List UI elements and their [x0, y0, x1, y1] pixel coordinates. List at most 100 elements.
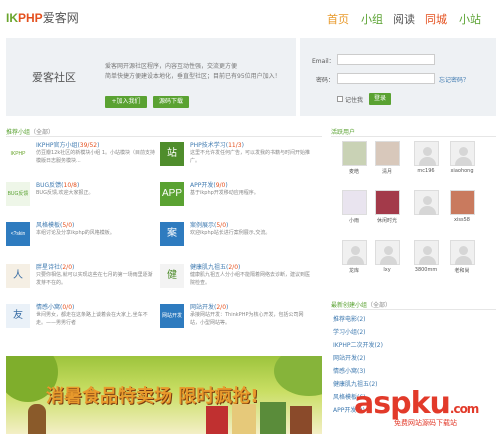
group-name[interactable]: 胖星诗社(2/0): [36, 262, 74, 271]
group-icon[interactable]: IKPHP: [6, 142, 30, 166]
user-avatar[interactable]: [375, 190, 400, 215]
user-avatar[interactable]: [414, 240, 439, 265]
user-name[interactable]: 休闲时光: [372, 217, 402, 224]
group-count: 2/0: [62, 264, 73, 271]
divider: [331, 309, 496, 310]
group-name-text[interactable]: 胖星诗社: [36, 264, 60, 271]
user-name[interactable]: mc196: [411, 168, 441, 174]
group-item[interactable]: 友情感小窝(0/0) 世间男女，都走在这条路上谈着会在大家上,坐车不走。——男男行…: [6, 302, 160, 340]
ad-product: [260, 402, 286, 434]
avatar-placeholder-icon: [455, 157, 472, 166]
user-avatar[interactable]: [342, 141, 367, 166]
ad-product: [290, 406, 312, 434]
email-input[interactable]: [337, 54, 435, 65]
login-button[interactable]: 登录: [369, 93, 391, 105]
nav-city[interactable]: 同城: [425, 11, 447, 27]
watermark-suffix: .com: [449, 402, 479, 416]
group-name-text[interactable]: 情感小窝: [36, 304, 60, 311]
ad-product: [28, 404, 46, 434]
group-name-text[interactable]: APP开发: [190, 182, 213, 189]
group-name[interactable]: APP开发(9/0): [190, 180, 228, 189]
nav-groups[interactable]: 小组: [361, 11, 383, 27]
avatar-placeholder-icon: [459, 147, 468, 156]
new-group-item[interactable]: 推荐电影(2): [333, 314, 366, 323]
group-icon[interactable]: 站: [160, 142, 184, 166]
group-icon[interactable]: 健: [160, 264, 184, 288]
group-item[interactable]: 健健康肌九祖五(2/0) 健康肌九祖五人分小组不能隔着网络去诊断，建议到医院检查。: [160, 262, 314, 300]
group-name-text[interactable]: 健康肌九祖五: [190, 264, 226, 271]
group-name-text[interactable]: 网站开发: [190, 304, 214, 311]
user-name[interactable]: 龙库: [339, 267, 369, 274]
group-name[interactable]: 网站开发(2/0): [190, 302, 228, 311]
group-name-text[interactable]: 案例展示: [190, 222, 214, 229]
group-icon[interactable]: 友: [6, 304, 30, 328]
nav-site[interactable]: 小站: [459, 11, 481, 27]
group-item[interactable]: 站 PHP技术学习(11/3) 这里不允许发任何广告，可以发我的书籍与时间开始推广。: [160, 140, 314, 178]
group-name-text[interactable]: 风格模板: [36, 222, 60, 229]
user-name[interactable]: 3800mm: [411, 267, 441, 273]
new-group-item[interactable]: IKPHP二次开发(2): [333, 340, 383, 349]
group-icon[interactable]: 网站开发: [160, 304, 184, 328]
user-name[interactable]: xiss58: [447, 217, 477, 223]
user-name[interactable]: lxy: [372, 267, 402, 273]
new-group-item[interactable]: 网站开发(2): [333, 353, 366, 362]
group-item[interactable]: <?skin 风格模板(5/0) 本组讨论及分享ikphp的风格模板。: [6, 220, 160, 258]
user-name[interactable]: xiaohong: [447, 168, 477, 174]
user-name[interactable]: 老和尚: [447, 267, 477, 274]
group-icon[interactable]: APP: [160, 182, 184, 206]
user-avatar[interactable]: [414, 141, 439, 166]
password-input[interactable]: [337, 73, 435, 84]
nav-home[interactable]: 首页: [327, 11, 349, 27]
group-desc: BUG反馈,欢迎大家报正。: [36, 190, 94, 196]
user-avatar[interactable]: [450, 240, 475, 265]
user-avatar[interactable]: [414, 190, 439, 215]
group-item[interactable]: 案案例展示(5/0) 欢迎ikphp站长进行案例展示,交流。: [160, 220, 314, 258]
new-group-item[interactable]: 情感小窝(3): [333, 366, 366, 375]
group-name[interactable]: 健康肌九祖五(2/0): [190, 262, 240, 271]
group-desc: 健康肌九祖五人分小组不能隔着网络去诊断，建议到医院检查。: [190, 272, 310, 286]
group-item[interactable]: BUG反馈 BUG反馈(10/8) BUG反馈,欢迎大家报正。: [6, 180, 160, 218]
groups-title: 推荐小组: [6, 129, 31, 136]
user-avatar[interactable]: [342, 240, 367, 265]
group-icon[interactable]: BUG反馈: [6, 182, 30, 206]
group-name[interactable]: 情感小窝(0/0): [36, 302, 74, 311]
paren: ): [226, 304, 229, 311]
divider: [6, 136, 322, 137]
join-button[interactable]: +加入我们: [105, 96, 147, 108]
group-name[interactable]: PHP技术学习(11/3): [190, 140, 244, 149]
group-name[interactable]: 案例展示(5/0): [190, 220, 228, 229]
group-item[interactable]: APP APP开发(9/0) 基于ikphp开发移动应用程序。: [160, 180, 314, 218]
groups-all-link[interactable]: （全部）: [30, 129, 54, 136]
group-name-text[interactable]: BUG反馈: [36, 182, 61, 189]
group-name[interactable]: IKPHP官方小组(39/52): [36, 140, 99, 149]
group-item[interactable]: 人胖星诗社(2/0) 只要你相信,就可以实现这些在七月的第一场雨里逐渐发芽不在的。: [6, 262, 160, 300]
group-name-text[interactable]: IKPHP官方小组: [36, 142, 77, 149]
new-groups-all-link[interactable]: （全部）: [367, 302, 391, 309]
group-icon[interactable]: <?skin: [6, 222, 30, 246]
forgot-password-link[interactable]: 忘记密码？: [439, 75, 469, 84]
user-avatar[interactable]: [375, 240, 400, 265]
group-icon[interactable]: 人: [6, 264, 30, 288]
user-avatar[interactable]: [450, 141, 475, 166]
user-avatar[interactable]: [450, 190, 475, 215]
ad-product: [206, 406, 228, 434]
group-count: 11/3: [228, 142, 242, 149]
group-name-text[interactable]: PHP技术学习: [190, 142, 226, 149]
user-name[interactable]: 清月: [372, 168, 402, 175]
group-icon[interactable]: 案: [160, 222, 184, 246]
group-name[interactable]: 风格模板(5/0): [36, 220, 74, 229]
group-item[interactable]: 网站开发 网站开发(2/0) 承接网站开发：ThinkPHP为核心开发，包括公司网站…: [160, 302, 314, 340]
nav-reading[interactable]: 阅读: [393, 11, 415, 27]
user-name[interactable]: 小雨: [339, 217, 369, 224]
ad-banner[interactable]: 消暑食品特卖场 限时疯抢!: [6, 356, 322, 434]
group-name[interactable]: BUG反馈(10/8): [36, 180, 79, 189]
download-button[interactable]: 源码下载: [153, 96, 189, 108]
user-avatar[interactable]: [375, 141, 400, 166]
user-name[interactable]: 麦皓: [339, 168, 369, 175]
group-count: 39/52: [79, 142, 98, 149]
new-group-item[interactable]: 学习小组(2): [333, 327, 366, 336]
remember-checkbox[interactable]: [337, 96, 343, 102]
group-item[interactable]: IKPHP IKPHP官方小组(39/52) 仿豆瓣12k社区的新模块小组 1。小站…: [6, 140, 160, 178]
paren: ): [238, 264, 241, 271]
user-avatar[interactable]: [342, 190, 367, 215]
